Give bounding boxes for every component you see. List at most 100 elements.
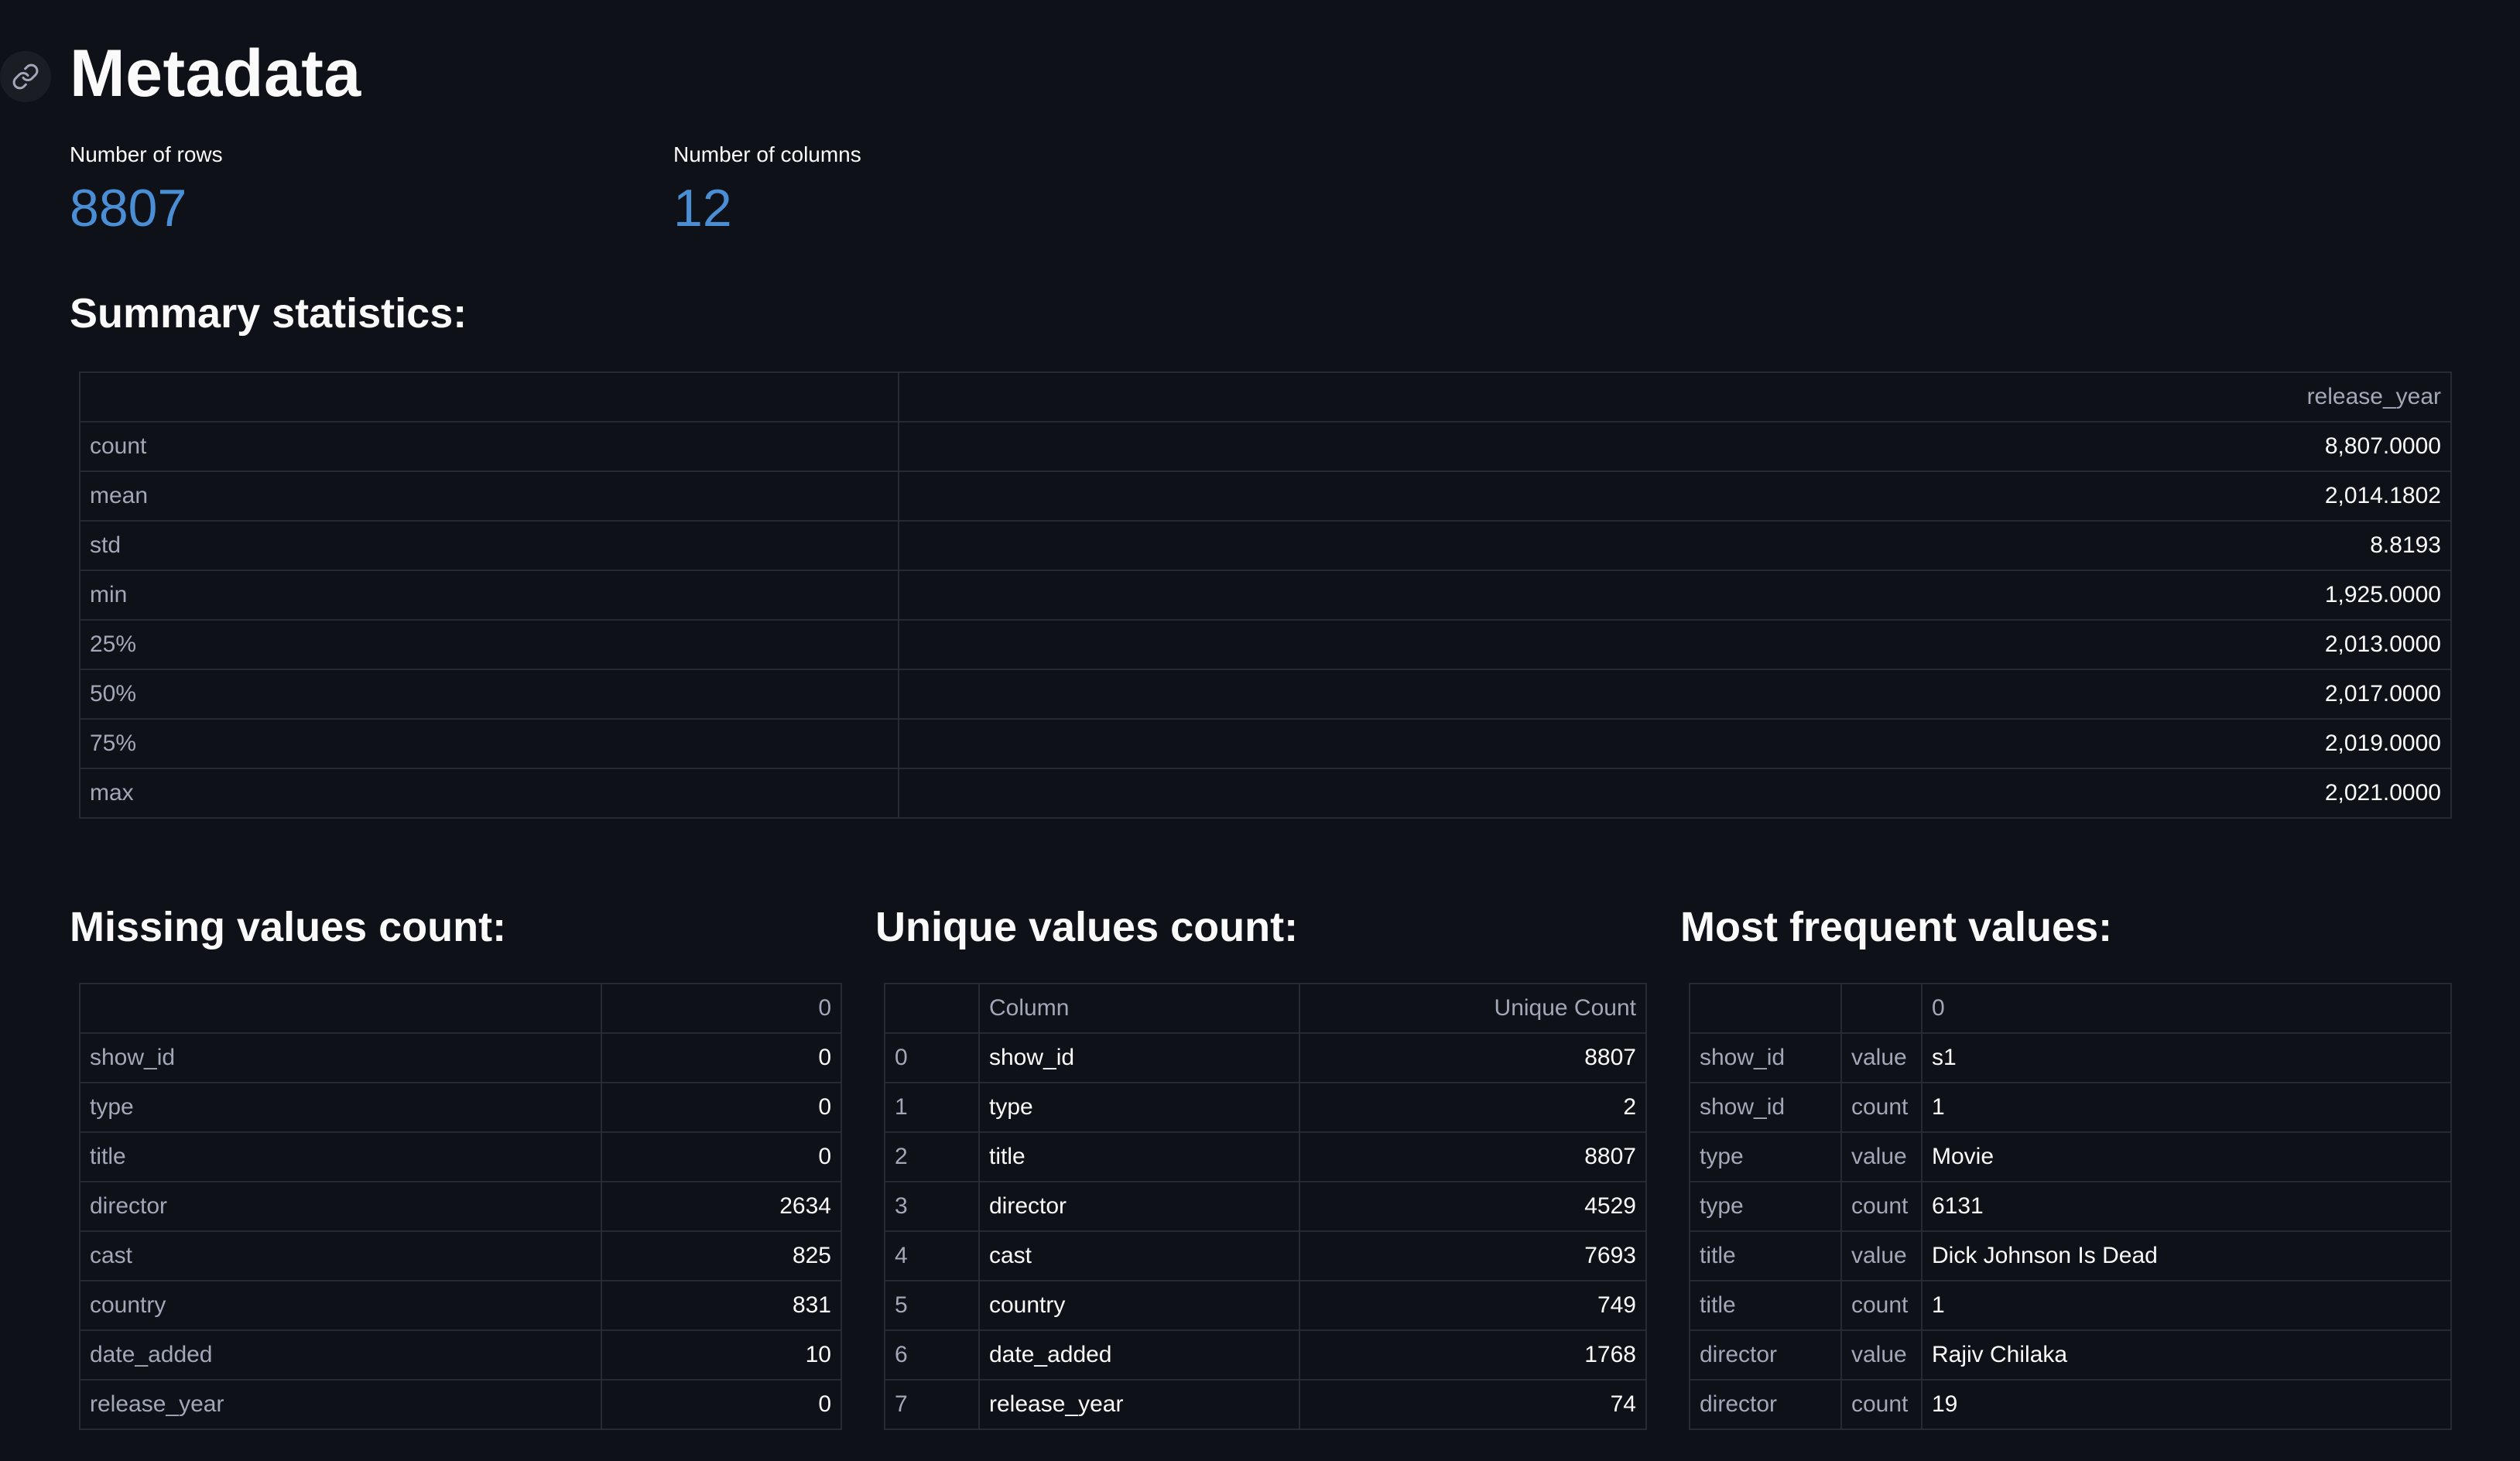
frequent-value-cell: Dick Johnson Is Dead: [1921, 1230, 2452, 1281]
index-header-2: [1840, 983, 1923, 1034]
missing-values-table: 0 show_id 0 type 0 title 0 director 2634 cast 825…: [79, 983, 842, 1430]
table-header-row: 0: [79, 983, 842, 1034]
table-row: 2 title 8807: [884, 1131, 1647, 1182]
column-name-cell: show_id: [978, 1032, 1300, 1083]
table-row: cast 825: [79, 1230, 842, 1281]
table-row: type value Movie: [1689, 1131, 2452, 1182]
table-row: min 1,925.0000: [79, 570, 2452, 621]
column-name-cell: show_id: [79, 1032, 602, 1083]
unique-count-header: Unique Count: [1299, 983, 1647, 1034]
unique-count-cell: 749: [1299, 1280, 1647, 1331]
table-row: show_id 0: [79, 1032, 842, 1083]
frequent-values-table: 0 show_id value s1 show_id count 1 type value Mo…: [1689, 983, 2452, 1430]
missing-count-cell: 825: [601, 1230, 842, 1281]
table-row: director count 19: [1689, 1379, 2452, 1430]
table-row: mean 2,014.1802: [79, 470, 2452, 522]
index-header: [1689, 983, 1842, 1034]
table-row: 75% 2,019.0000: [79, 718, 2452, 769]
missing-count-cell: 831: [601, 1280, 842, 1331]
unique-count-cell: 74: [1299, 1379, 1647, 1430]
rows-metric-value: 8807: [70, 179, 187, 238]
frequent-value-cell: Rajiv Chilaka: [1921, 1329, 2452, 1381]
row-index-cell: 4: [884, 1230, 980, 1281]
stat-value-cell: 8,807.0000: [898, 421, 2452, 472]
table-header-row: release_year: [79, 371, 2452, 423]
columns-metric-label: Number of columns: [673, 142, 861, 166]
stat-kind-cell: count: [1840, 1379, 1923, 1430]
column-name-cell: country: [978, 1280, 1300, 1331]
unique-heading: Unique values count:: [875, 904, 1299, 950]
field-name-cell: type: [1689, 1181, 1842, 1232]
stat-value-cell: 2,021.0000: [898, 768, 2452, 819]
table-header-row: 0: [1689, 983, 2452, 1034]
column-name-cell: date_added: [79, 1329, 602, 1381]
table-row: 6 date_added 1768: [884, 1329, 1647, 1381]
table-row: 0 show_id 8807: [884, 1032, 1647, 1083]
link-icon[interactable]: [0, 51, 51, 102]
column-header: release_year: [898, 371, 2452, 423]
stat-value-cell: 8.8193: [898, 520, 2452, 571]
frequent-value-cell: 19: [1921, 1379, 2452, 1430]
table-row: title count 1: [1689, 1280, 2452, 1331]
field-name-cell: title: [1689, 1280, 1842, 1331]
missing-count-cell: 0: [601, 1379, 842, 1430]
unique-count-cell: 2: [1299, 1082, 1647, 1133]
column-name-cell: date_added: [978, 1329, 1300, 1381]
stat-name-cell: 25%: [79, 619, 899, 670]
column-name-cell: release_year: [79, 1379, 602, 1430]
row-index-cell: 6: [884, 1329, 980, 1381]
stat-kind-cell: value: [1840, 1131, 1923, 1182]
field-name-cell: show_id: [1689, 1032, 1842, 1083]
frequent-value-cell: 6131: [1921, 1181, 2452, 1232]
table-row: country 831: [79, 1280, 842, 1331]
table-header-row: Column Unique Count: [884, 983, 1647, 1034]
rows-metric-label: Number of rows: [70, 142, 223, 166]
table-row: 4 cast 7693: [884, 1230, 1647, 1281]
column-header: Column: [978, 983, 1300, 1034]
index-header: [79, 983, 602, 1034]
table-row: type count 6131: [1689, 1181, 2452, 1232]
table-row: date_added 10: [79, 1329, 842, 1381]
summary-table: release_year count 8,807.0000 mean 2,014.18…: [79, 371, 2452, 819]
field-name-cell: title: [1689, 1230, 1842, 1281]
stat-kind-cell: count: [1840, 1280, 1923, 1331]
stat-kind-cell: count: [1840, 1082, 1923, 1133]
page-title: Metadata: [70, 36, 361, 111]
table-row: release_year 0: [79, 1379, 842, 1430]
column-name-cell: release_year: [978, 1379, 1300, 1430]
stat-value-cell: 2,013.0000: [898, 619, 2452, 670]
column-name-cell: title: [978, 1131, 1300, 1182]
row-index-cell: 5: [884, 1280, 980, 1331]
frequent-value-cell: 1: [1921, 1280, 2452, 1331]
missing-count-cell: 0: [601, 1131, 842, 1182]
stat-name-cell: 50%: [79, 669, 899, 720]
table-row: max 2,021.0000: [79, 768, 2452, 819]
field-name-cell: director: [1689, 1329, 1842, 1381]
missing-count-cell: 0: [601, 1082, 842, 1133]
column-name-cell: cast: [79, 1230, 602, 1281]
column-name-cell: type: [79, 1082, 602, 1133]
stat-name-cell: 75%: [79, 718, 899, 769]
stat-kind-cell: value: [1840, 1032, 1923, 1083]
row-index-cell: 7: [884, 1379, 980, 1430]
table-row: 7 release_year 74: [884, 1379, 1647, 1430]
table-row: 3 director 4529: [884, 1181, 1647, 1232]
table-row: type 0: [79, 1082, 842, 1133]
frequent-value-cell: s1: [1921, 1032, 2452, 1083]
table-row: director 2634: [79, 1181, 842, 1232]
frequent-heading: Most frequent values:: [1680, 904, 2113, 950]
column-name-cell: country: [79, 1280, 602, 1331]
stat-value-cell: 1,925.0000: [898, 570, 2452, 621]
table-row: count 8,807.0000: [79, 421, 2452, 472]
column-name-cell: type: [978, 1082, 1300, 1133]
stat-name-cell: std: [79, 520, 899, 571]
missing-heading: Missing values count:: [70, 904, 507, 950]
stat-value-cell: 2,017.0000: [898, 669, 2452, 720]
unique-count-cell: 4529: [1299, 1181, 1647, 1232]
frequent-value-cell: Movie: [1921, 1131, 2452, 1182]
row-index-cell: 3: [884, 1181, 980, 1232]
row-index-cell: 1: [884, 1082, 980, 1133]
table-row: std 8.8193: [79, 520, 2452, 571]
missing-count-cell: 0: [601, 1032, 842, 1083]
unique-count-cell: 1768: [1299, 1329, 1647, 1381]
